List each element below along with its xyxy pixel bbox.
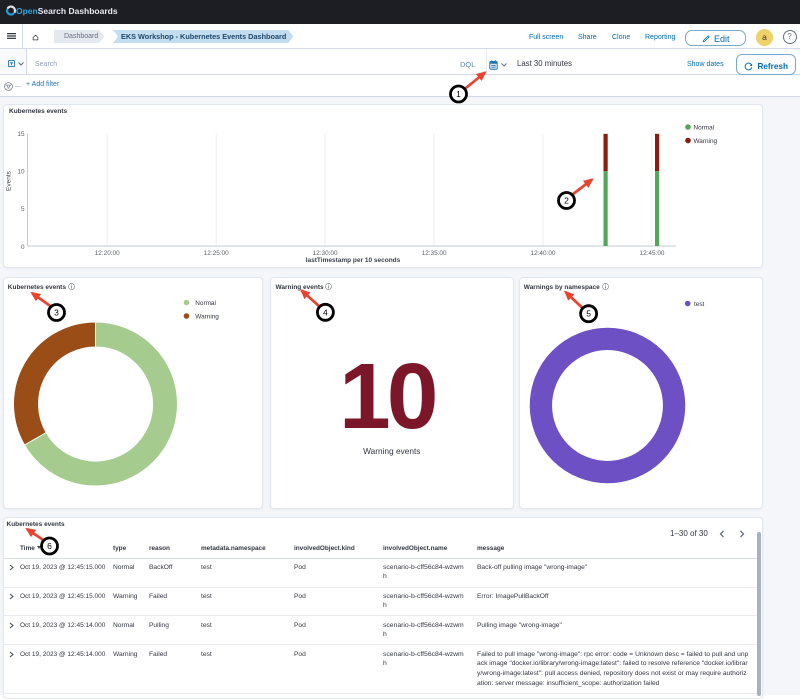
svg-text:5: 5: [586, 309, 591, 319]
svg-text:6: 6: [47, 541, 52, 551]
svg-text:2: 2: [564, 196, 569, 206]
svg-text:3: 3: [54, 308, 59, 318]
svg-text:1: 1: [456, 89, 461, 99]
svg-text:4: 4: [323, 307, 328, 317]
